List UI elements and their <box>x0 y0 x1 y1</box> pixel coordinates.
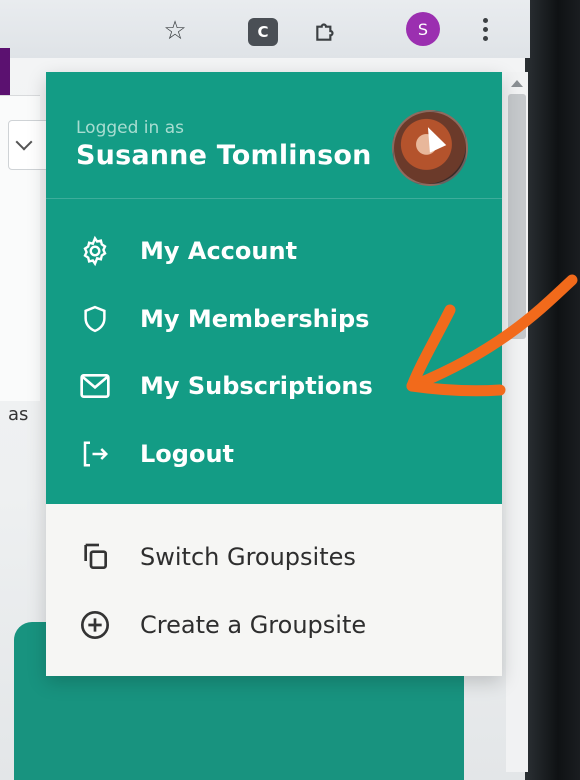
menu-item-label: Create a Groupsite <box>140 611 367 639</box>
scroll-up-arrow-icon[interactable] <box>511 80 523 87</box>
divider <box>46 198 502 199</box>
menu-item-logout[interactable]: Logout <box>76 434 234 474</box>
menu-item-label: My Memberships <box>140 305 370 333</box>
logged-in-label: Logged in as <box>76 118 184 138</box>
annotation-arrow-icon <box>406 274 578 397</box>
menu-item-label: Switch Groupsites <box>140 543 356 571</box>
puzzle-icon[interactable] <box>313 18 339 44</box>
menu-footer-section: Switch Groupsites Create a Groupsite <box>46 504 502 676</box>
star-icon[interactable]: ☆ <box>162 16 188 46</box>
extension-icon[interactable]: C <box>248 18 278 46</box>
more-vert-icon[interactable] <box>475 14 495 44</box>
user-name: Susanne Tomlinson <box>76 140 372 171</box>
partial-text: as <box>8 404 29 425</box>
menu-item-label: Logout <box>140 440 235 468</box>
menu-item-my-subscriptions[interactable]: My Subscriptions <box>76 366 373 406</box>
menu-item-my-memberships[interactable]: My Memberships <box>76 299 369 339</box>
menu-item-create-groupsite[interactable]: Create a Groupsite <box>76 605 366 645</box>
shield-icon <box>76 300 114 338</box>
logout-icon <box>76 435 114 473</box>
switch-icon <box>76 538 114 576</box>
gear-icon <box>76 232 114 270</box>
envelope-icon <box>76 367 114 405</box>
profile-avatar[interactable]: S <box>406 12 440 46</box>
menu-item-label: My Account <box>140 237 298 265</box>
menu-item-my-account[interactable]: My Account <box>76 231 297 271</box>
plus-circle-icon <box>76 606 114 644</box>
menu-item-label: My Subscriptions <box>140 372 373 400</box>
menu-item-switch-groupsites[interactable]: Switch Groupsites <box>76 537 356 577</box>
